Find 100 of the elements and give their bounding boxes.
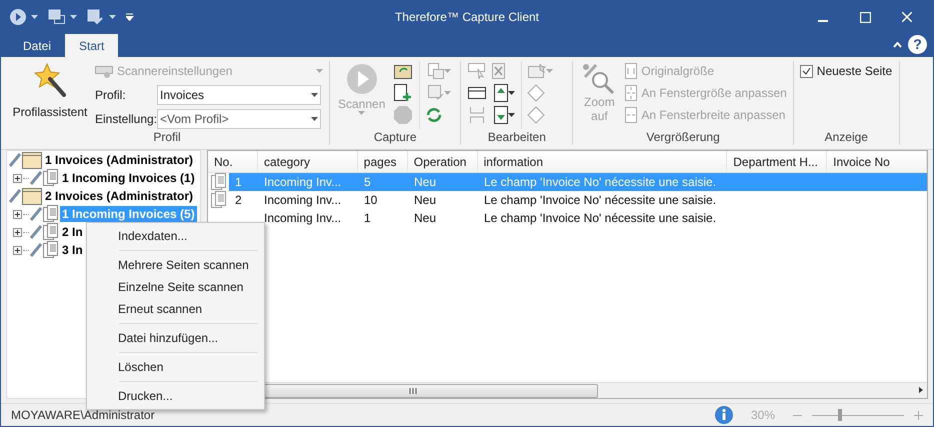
toolbar-button[interactable]: [393, 83, 414, 103]
folder-icon: [22, 152, 42, 168]
pencil-icon: [30, 207, 42, 221]
collapse-icon[interactable]: [893, 42, 902, 48]
slider-thumb[interactable]: [838, 409, 842, 421]
ribbon-tab[interactable]: Datei: [9, 34, 66, 57]
tree-item[interactable]: 1 Invoices (Administrator): [43, 152, 196, 168]
window-title: Therefore™ Capture Client: [394, 10, 540, 24]
table-cell-text: Le champ 'Invoice No' nécessite une saisie.: [483, 192, 718, 209]
table-row[interactable]: Incoming Inv... 1 Neu Le champ 'Invoice No' nécessite une saisie.: [229, 209, 927, 227]
dropdown-field[interactable]: Invoices: [157, 85, 321, 105]
field-label: Profil:: [95, 88, 127, 102]
pages-icon: [428, 63, 444, 79]
caret-icon: [508, 91, 515, 95]
menu-item[interactable]: Drucken...: [89, 385, 262, 407]
caret-icon: [316, 69, 323, 73]
page-add-icon: [394, 84, 412, 102]
magnifier-icon: [582, 63, 616, 95]
newest-page-checkbox[interactable]: Neueste Seite: [800, 61, 892, 81]
group-label: Vergrößerung: [645, 129, 721, 145]
page-check-icon: [428, 85, 444, 101]
info-icon[interactable]: [714, 406, 733, 424]
column-header[interactable]: information: [478, 151, 728, 172]
group-label: Anzeige: [824, 129, 869, 145]
expand-icon[interactable]: [13, 228, 22, 236]
menu-item[interactable]: Indexdaten...: [89, 225, 262, 247]
caret-icon: [109, 15, 116, 19]
caret-icon: [444, 69, 451, 73]
expand-icon[interactable]: [13, 174, 22, 182]
dropdown-field[interactable]: <Vom Profil>: [157, 109, 321, 129]
menu-item[interactable]: Einzelne Seite scannen: [89, 276, 262, 298]
expand-icon[interactable]: [13, 246, 22, 254]
caret-icon: [358, 111, 366, 115]
table-cell-text: Incoming Inv...: [263, 174, 342, 191]
group-label: Bearbeiten: [486, 129, 547, 145]
document-icon: [43, 223, 59, 241]
tree-item[interactable]: 2 In: [60, 224, 85, 240]
help-button[interactable]: ?: [908, 35, 927, 54]
user-name: MOYAWARE\Administrator: [11, 408, 155, 422]
table-cell-text: Neu: [413, 210, 438, 227]
check-icon: [802, 67, 811, 75]
fit-width-icon: [625, 107, 638, 123]
image-icon: [528, 64, 546, 78]
ribbon-tab[interactable]: Start: [65, 34, 118, 57]
table-cell-text: Incoming Inv...: [263, 192, 342, 209]
maximize-icon: [860, 12, 870, 22]
table-row[interactable]: 2 Incoming Inv... 10 Neu Le champ 'Invoice No' nécessite une saisie.: [229, 191, 927, 209]
selection-icon: [468, 63, 486, 79]
caret-icon: [311, 93, 318, 97]
pencil-icon: [9, 189, 21, 203]
stop-icon: [394, 106, 412, 124]
tree-item[interactable]: 1 Incoming Invoices (1): [60, 170, 197, 186]
original-size-icon: [625, 63, 638, 79]
menu-item[interactable]: Erneut scannen: [89, 298, 262, 320]
move-up-icon: [494, 84, 508, 102]
play-icon: [346, 63, 378, 95]
refresh-icon: [425, 106, 444, 124]
table-cell-text: Le champ 'Invoice No' nécessite une saisie.: [483, 210, 718, 227]
table-cell-text: Neu: [413, 192, 438, 209]
column-header[interactable]: pages: [358, 151, 408, 172]
expand-icon[interactable]: [13, 210, 22, 218]
pencil-icon: [9, 153, 21, 167]
zoom-percent: 30%: [750, 408, 775, 422]
tree-item[interactable]: 3 In: [60, 242, 85, 258]
pencil-icon: [30, 225, 42, 239]
table-cell-text: Neu: [413, 174, 438, 191]
caret-icon: [31, 15, 38, 19]
document-icon: [211, 191, 227, 209]
table-cell-text: 1: [363, 210, 372, 227]
table-cell-text: Le champ 'Invoice No' nécessite une saisie.: [483, 174, 718, 191]
table-cell-text: 2: [234, 192, 243, 209]
document-icon: [43, 205, 59, 223]
column-header[interactable]: Invoice No: [827, 151, 927, 172]
zoom-slider[interactable]: [812, 408, 904, 422]
group-label: Profil: [152, 129, 182, 145]
move-down-icon: [494, 106, 508, 124]
menu-item[interactable]: Löschen: [89, 356, 262, 378]
fit-window-icon: [625, 85, 638, 101]
document-icon: [43, 169, 59, 187]
menu-item[interactable]: Datei hinzufügen...: [89, 327, 262, 349]
column-header[interactable]: Department H...: [727, 151, 828, 172]
folder-icon: [22, 188, 42, 204]
column-header[interactable]: category: [258, 151, 358, 172]
caret-icon: [546, 69, 553, 73]
caret-icon: [508, 113, 515, 117]
table-cell-text: Incoming Inv...: [263, 210, 342, 227]
play-icon[interactable]: [9, 8, 27, 26]
table-cell-text: 10: [363, 192, 378, 209]
column-header[interactable]: Operation: [408, 151, 478, 172]
pencil-icon: [30, 243, 42, 257]
customize-icon[interactable]: [126, 13, 134, 21]
caret-icon: [444, 91, 451, 95]
profile-wizard-button[interactable]: Profilassistent: [11, 61, 89, 129]
menu-item[interactable]: Mehrere Seiten scannen: [89, 254, 262, 276]
column-header[interactable]: No.: [208, 151, 258, 172]
pencil-icon: [30, 171, 42, 185]
document-check-icon[interactable]: [87, 9, 105, 25]
tree-item[interactable]: 2 Invoices (Administrator): [43, 188, 196, 204]
folder-icon: [394, 63, 412, 79]
table-cell-text: 1: [234, 174, 243, 191]
